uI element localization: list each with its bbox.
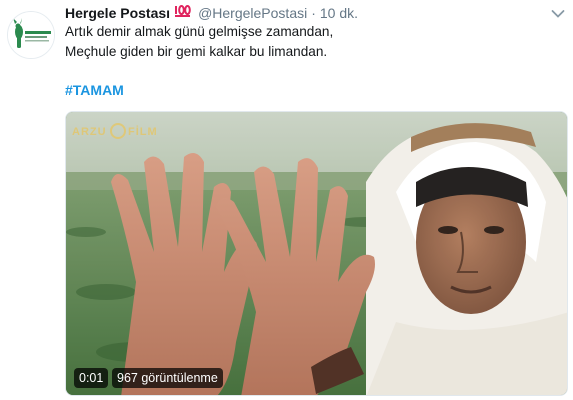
video-frame [66,112,567,395]
tweet-text: Artık demir almak günü gelmişse zamandan… [65,22,545,62]
tweet-text-line: Artık demir almak günü gelmişse zamandan… [65,24,334,39]
tweet-timestamp[interactable]: 10 dk. [320,5,358,21]
chevron-down-icon[interactable] [551,6,565,18]
hundred-points-icon [174,4,192,23]
author-name[interactable]: Hergele Postası [65,5,170,21]
arzu-film-watermark-icon: ARZU FİLM [72,123,158,139]
video-views-badge: 967 görüntülenme [112,368,223,388]
tweet-text-line: Meçhule giden bir gemi kalkar bu limanda… [65,44,328,59]
video-duration-badge: 0:01 [74,368,109,388]
avatar[interactable] [7,11,55,59]
tweet-header: Hergele Postası @HergelePostasi · 10 dk. [65,3,358,23]
hergele-logo-icon [8,12,54,58]
separator-dot: · [311,5,316,21]
author-handle[interactable]: @HergelePostasi [198,5,307,21]
svg-text:FİLM: FİLM [128,125,158,138]
svg-text:ARZU: ARZU [72,126,107,138]
video-player[interactable]: ARZU FİLM 0:01 967 görüntülenme [65,111,568,396]
hashtag-link[interactable]: #TAMAM [65,82,124,98]
